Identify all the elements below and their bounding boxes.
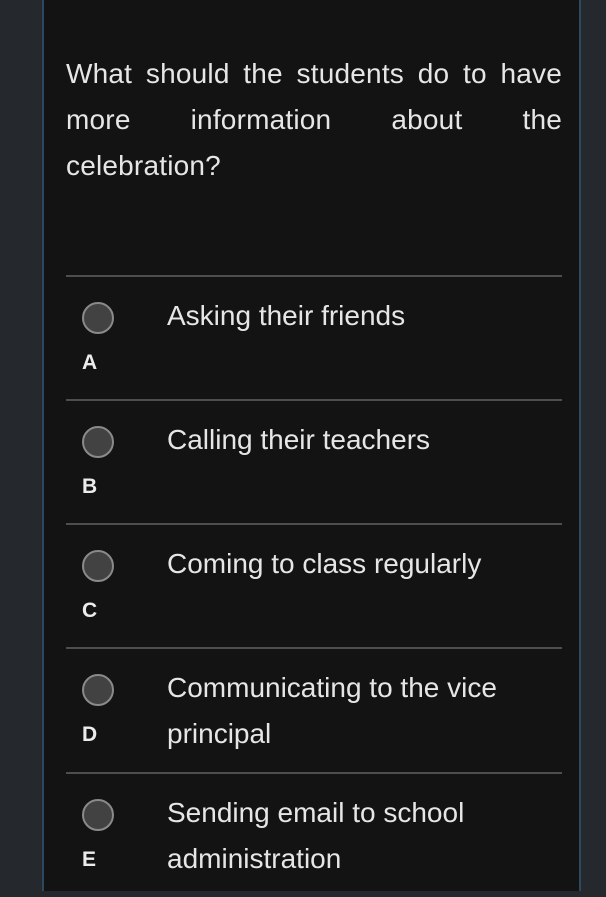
question-text: What should the students do to have more… bbox=[66, 58, 562, 181]
option-letter: B bbox=[82, 475, 98, 498]
question-card: What should the students do to have more… bbox=[42, 0, 581, 891]
option-letter: D bbox=[82, 723, 98, 746]
option-c[interactable]: C Coming to class regularly bbox=[66, 523, 562, 647]
option-letter: E bbox=[82, 848, 97, 871]
radio-button-icon[interactable] bbox=[82, 302, 114, 334]
option-text[interactable]: Calling their teachers bbox=[167, 417, 547, 463]
option-b[interactable]: B Calling their teachers bbox=[66, 399, 562, 523]
option-letter: C bbox=[82, 599, 98, 622]
option-letter: A bbox=[82, 351, 98, 374]
option-d[interactable]: D Communicating to the vice principal bbox=[66, 647, 562, 772]
option-text[interactable]: Asking their friends bbox=[167, 293, 547, 339]
radio-button-icon[interactable] bbox=[82, 674, 114, 706]
radio-button-icon[interactable] bbox=[82, 799, 114, 831]
option-e[interactable]: E Sending email to school administration bbox=[66, 772, 562, 897]
radio-button-icon[interactable] bbox=[82, 550, 114, 582]
option-text[interactable]: Communicating to the vice principal bbox=[167, 665, 547, 757]
option-a[interactable]: A Asking their friends bbox=[66, 275, 562, 399]
radio-button-icon[interactable] bbox=[82, 426, 114, 458]
option-text[interactable]: Sending email to school administration bbox=[167, 790, 547, 882]
option-text[interactable]: Coming to class regularly bbox=[167, 541, 547, 587]
answer-options: A Asking their friends B Calling their t… bbox=[66, 275, 562, 897]
